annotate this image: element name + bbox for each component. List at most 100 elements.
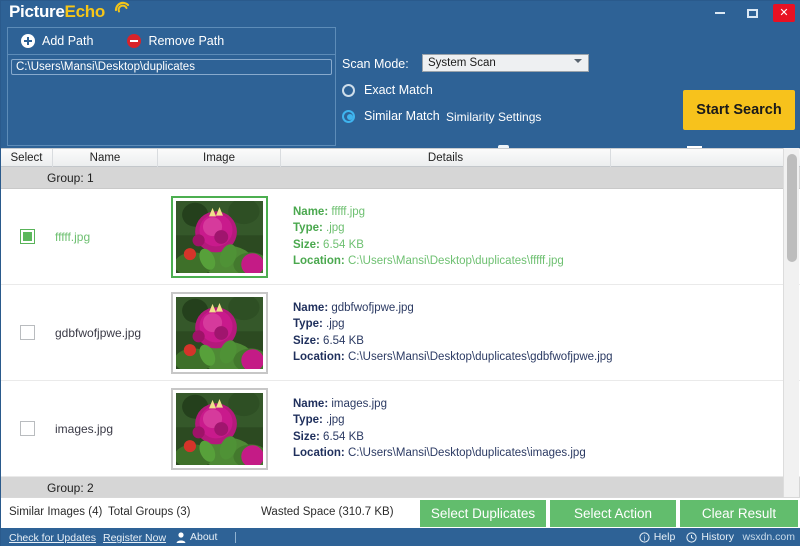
app-logo: PictureEcho	[9, 2, 105, 22]
detail-location: Location: C:\Users\Mansi\Desktop\duplica…	[293, 255, 564, 267]
title-bar: PictureEcho ✕	[1, 1, 800, 27]
logo-text-secondary: Echo	[64, 2, 106, 21]
thumbnail[interactable]	[171, 291, 268, 374]
help-icon: i	[639, 531, 650, 543]
row-name: gdbfwofjpwe.jpg	[55, 325, 142, 340]
history-clock-icon	[686, 531, 697, 543]
flower-thumbnail-icon	[176, 296, 263, 369]
svg-text:i: i	[643, 535, 645, 542]
similarity-settings-link[interactable]: Similarity Settings	[446, 110, 541, 124]
results-list[interactable]: Group: 1 fffff.jpg Name: fffff.jpg Type:…	[1, 167, 800, 497]
close-button[interactable]: ✕	[773, 4, 795, 22]
detail-location: Location: C:\Users\Mansi\Desktop\duplica…	[293, 351, 613, 363]
footer-separator	[235, 532, 236, 543]
column-header-extra[interactable]	[611, 149, 786, 167]
row-checkbox[interactable]	[19, 421, 35, 436]
clear-result-button[interactable]: Clear Result	[680, 500, 798, 527]
application-window: PictureEcho ✕ Add Path Remove Path C:\Us…	[0, 0, 800, 546]
row-select-cell	[1, 421, 53, 436]
table-row[interactable]: fffff.jpg Name: fffff.jpg Type: .jpg Siz…	[1, 189, 800, 285]
history-label: History	[701, 531, 734, 543]
column-header-details[interactable]: Details	[281, 149, 611, 167]
row-details: Name: fffff.jpg Type: .jpg Size: 6.54 KB…	[281, 204, 800, 270]
minus-circle-icon	[127, 34, 142, 48]
row-image-cell	[158, 195, 281, 278]
row-name: fffff.jpg	[55, 229, 91, 244]
select-duplicates-button[interactable]: Select Duplicates	[420, 500, 546, 527]
help-button[interactable]: i Help	[639, 531, 676, 543]
thumbnail[interactable]	[171, 387, 268, 470]
minimize-icon	[715, 12, 725, 14]
group-header: Group: 1	[1, 167, 800, 189]
detail-name: Name: images.jpg	[293, 397, 387, 410]
table-row[interactable]: gdbfwofjpwe.jpg Name: gdbfwofjpwe.jpg Ty…	[1, 285, 800, 381]
row-image-cell	[158, 291, 281, 374]
maximize-button[interactable]	[741, 3, 763, 23]
history-button[interactable]: History	[686, 531, 734, 543]
exact-match-radio[interactable]: Exact Match	[342, 83, 433, 97]
detail-size: Size: 6.54 KB	[293, 334, 364, 347]
column-header-select[interactable]: Select	[1, 149, 53, 167]
row-details: Name: images.jpg Type: .jpg Size: 6.54 K…	[281, 396, 800, 462]
minimize-button[interactable]	[709, 3, 731, 23]
scan-mode-value: System Scan	[428, 57, 496, 69]
scan-mode-select[interactable]: System Scan	[422, 54, 589, 72]
thumbnail[interactable]	[171, 195, 268, 278]
register-now-link[interactable]: Register Now	[103, 532, 166, 544]
path-list-item[interactable]: C:\Users\Mansi\Desktop\duplicates	[11, 59, 332, 75]
detail-name: Name: gdbfwofjpwe.jpg	[293, 301, 414, 314]
detail-type: Type: .jpg	[293, 414, 345, 426]
status-similar-images: Similar Images (4)	[9, 506, 103, 518]
flower-thumbnail-icon	[176, 200, 263, 273]
row-details: Name: gdbfwofjpwe.jpg Type: .jpg Size: 6…	[281, 300, 800, 366]
detail-location: Location: C:\Users\Mansi\Desktop\duplica…	[293, 447, 586, 459]
path-list[interactable]: C:\Users\Mansi\Desktop\duplicates	[8, 55, 335, 145]
row-select-cell	[1, 325, 53, 340]
about-button[interactable]: About	[176, 531, 217, 543]
results-scrollbar[interactable]	[783, 148, 799, 497]
add-path-label: Add Path	[42, 34, 94, 48]
status-total-groups: Total Groups (3)	[108, 506, 191, 518]
detail-size: Size: 6.54 KB	[293, 238, 364, 251]
row-checkbox[interactable]	[19, 325, 35, 340]
path-panel: Add Path Remove Path C:\Users\Mansi\Desk…	[7, 27, 336, 146]
similar-match-label: Similar Match	[364, 109, 440, 123]
remove-path-button[interactable]: Remove Path	[121, 34, 230, 48]
row-checkbox[interactable]	[19, 229, 35, 244]
scan-mode-label: Scan Mode:	[342, 57, 409, 71]
check-for-updates-link[interactable]: Check for Updates	[9, 532, 96, 544]
logo-text-primary: Picture	[9, 2, 65, 21]
column-header-image[interactable]: Image	[158, 149, 281, 167]
detail-type: Type: .jpg	[293, 222, 345, 234]
plus-circle-icon	[21, 34, 35, 48]
detail-type: Type: .jpg	[293, 318, 345, 330]
chevron-down-icon	[574, 59, 582, 63]
table-row[interactable]: images.jpg Name: images.jpg Type: .jpg S…	[1, 381, 800, 477]
start-search-button[interactable]: Start Search	[683, 90, 795, 130]
path-toolbar: Add Path Remove Path	[8, 28, 335, 55]
detail-name: Name: fffff.jpg	[293, 205, 366, 218]
user-icon	[176, 531, 186, 543]
help-label: Help	[653, 531, 676, 543]
scrollbar-thumb[interactable]	[787, 154, 797, 262]
footer-bar: Check for Updates Register Now About i H…	[1, 528, 800, 546]
wifi-arc-icon	[114, 1, 130, 13]
watermark: wsxdn.com	[742, 531, 795, 543]
top-settings-panel: Add Path Remove Path C:\Users\Mansi\Desk…	[1, 27, 800, 166]
exact-match-label: Exact Match	[364, 83, 433, 97]
results-column-header: Select Name Image Details	[1, 148, 800, 167]
radio-icon-similar	[342, 109, 355, 123]
select-action-button[interactable]: Select Action	[550, 500, 676, 527]
flower-thumbnail-icon	[176, 392, 263, 465]
group-header: Group: 2	[1, 477, 800, 497]
detail-size: Size: 6.54 KB	[293, 430, 364, 443]
column-header-name[interactable]: Name	[53, 149, 158, 167]
remove-path-label: Remove Path	[148, 34, 225, 48]
row-name: images.jpg	[55, 421, 114, 436]
row-image-cell	[158, 387, 281, 470]
status-wasted-space: Wasted Space (310.7 KB)	[261, 506, 394, 518]
radio-icon-exact	[342, 83, 355, 97]
add-path-button[interactable]: Add Path	[15, 34, 99, 48]
row-select-cell	[1, 229, 53, 244]
similar-match-radio[interactable]: Similar Match	[342, 109, 440, 123]
